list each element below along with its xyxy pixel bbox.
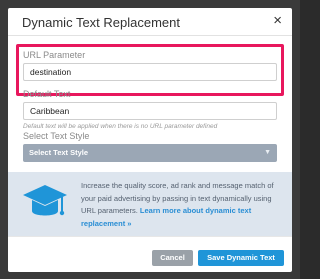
dialog-title: Dynamic Text Replacement (22, 15, 180, 30)
dynamic-text-dialog: Dynamic Text Replacement × URL Parameter… (8, 8, 292, 272)
info-panel: Increase the quality score, ad rank and … (8, 172, 292, 236)
info-text: Increase the quality score, ad rank and … (81, 180, 287, 230)
default-text-label: Default Text (23, 89, 71, 99)
chevron-down-icon: ▼ (264, 149, 271, 156)
default-text-help: Default text will be applied when there … (23, 123, 218, 130)
cancel-button[interactable]: Cancel (152, 250, 193, 266)
text-style-select[interactable]: Select Text Style ▼ (23, 144, 277, 162)
dialog-header: Dynamic Text Replacement × (8, 8, 292, 36)
url-parameter-input[interactable]: destination (23, 63, 277, 81)
save-button[interactable]: Save Dynamic Text (198, 250, 284, 266)
url-parameter-label: URL Parameter (23, 50, 86, 60)
footer-divider (8, 236, 292, 237)
default-text-input[interactable]: Caribbean (23, 102, 277, 120)
close-icon[interactable]: × (273, 13, 282, 28)
text-style-selected: Select Text Style (29, 148, 89, 157)
graduation-cap-icon (23, 185, 67, 216)
text-style-label: Select Text Style (23, 131, 90, 141)
